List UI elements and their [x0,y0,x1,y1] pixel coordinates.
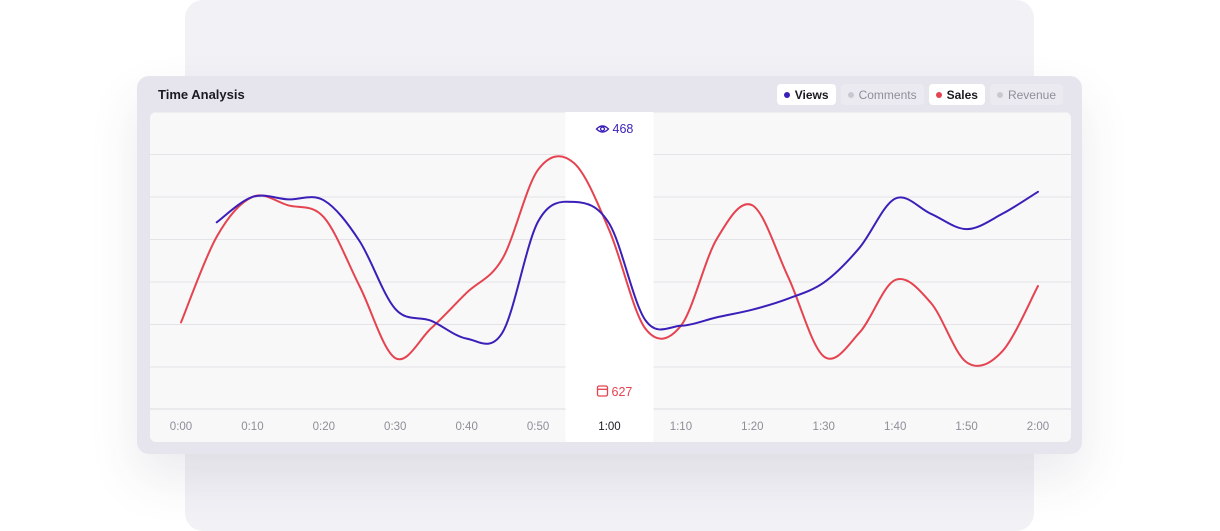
x-tick-label: 1:00 [598,421,620,433]
x-tick-label: 2:00 [1027,421,1049,433]
revenue-dot-icon [996,91,1003,98]
legend-label-comments: Comments [858,87,917,102]
legend-item-comments[interactable]: Comments [840,84,924,105]
legend-label-sales: Sales [946,87,978,102]
line-chart: 0:00 0:10 0:20 0:30 0:40 0:50 1:00 1:10 1:20 1:30… [150,112,1071,442]
legend-item-sales[interactable]: Sales [928,84,985,105]
sales-dot-icon [935,91,942,98]
legend-item-revenue[interactable]: Revenue [989,84,1063,105]
card-title: Time Analysis [158,87,245,102]
tooltip-column [565,112,654,442]
legend-label-revenue: Revenue [1007,87,1056,102]
views-dot-icon [783,91,790,98]
time-analysis-card: Time Analysis Views Comments Sales Reven… [137,76,1082,454]
tooltip-sales-value: 627 [612,385,633,399]
tooltip-views-value: 468 [613,122,634,136]
x-tick-label: 1:50 [955,421,977,433]
legend: Views Comments Sales Revenue [776,84,1063,105]
x-tick-label: 1:30 [813,421,835,433]
x-tick-label: 0:50 [527,421,549,433]
x-tick-label: 1:10 [670,421,692,433]
x-tick-label: 0:40 [455,421,477,433]
legend-label-views: Views [794,87,829,102]
x-tick-label: 0:30 [384,421,406,433]
legend-item-views[interactable]: Views [776,84,836,105]
plot-area: 0:00 0:10 0:20 0:30 0:40 0:50 1:00 1:10 1:20 1:30… [150,112,1071,442]
x-tick-label: 1:40 [884,421,906,433]
x-tick-label: 0:20 [313,421,335,433]
x-tick-label: 0:00 [170,421,192,433]
x-tick-label: 0:10 [241,421,263,433]
comments-dot-icon [847,91,854,98]
x-tick-label: 1:20 [741,421,763,433]
